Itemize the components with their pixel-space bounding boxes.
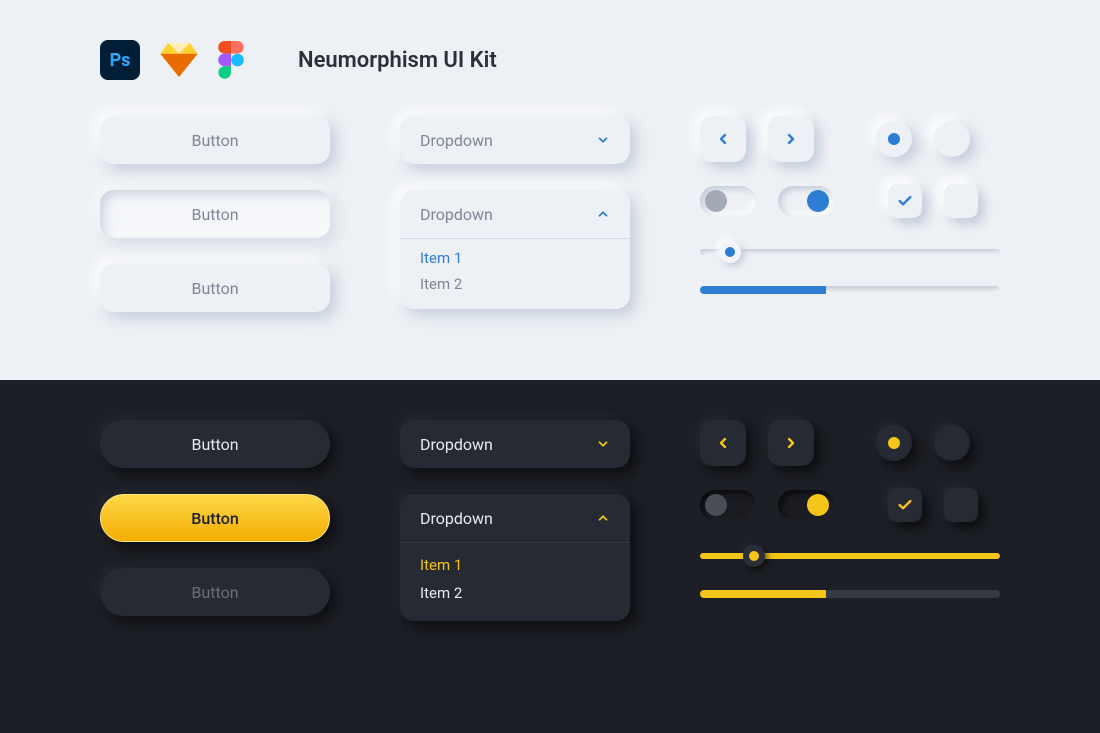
checkbox-checked[interactable] <box>888 184 922 218</box>
checkbox-unchecked[interactable] <box>944 488 978 522</box>
dark-dropdowns-column: Dropdown Dropdown Item 1 Item 2 <box>400 420 630 621</box>
dropdown-item-1[interactable]: Item 1 <box>420 551 610 579</box>
chevron-right-icon <box>783 435 799 451</box>
photoshop-icon: Ps <box>100 40 140 80</box>
next-button[interactable] <box>768 420 814 466</box>
toggle-knob-icon <box>807 494 829 516</box>
dark-buttons-column: Button Button Button <box>100 420 330 621</box>
dropdown-label: Dropdown <box>420 131 493 150</box>
light-buttons-column: Button Button Button <box>100 116 330 312</box>
radio-unselected[interactable] <box>934 425 970 461</box>
dropdown-open[interactable]: Dropdown Item 1 Item 2 <box>400 190 630 309</box>
radio-dot-icon <box>888 437 900 449</box>
chevron-left-icon <box>715 131 731 147</box>
radio-dot-icon <box>888 133 900 145</box>
button-disabled[interactable]: Button <box>100 568 330 616</box>
dropdown-label: Dropdown <box>420 205 493 224</box>
slider[interactable] <box>700 240 1000 264</box>
dropdown-item-1[interactable]: Item 1 <box>420 245 610 271</box>
button-default-2[interactable]: Button <box>100 264 330 312</box>
toggle-off[interactable] <box>700 186 756 216</box>
kit-title: Neumorphism UI Kit <box>298 48 497 73</box>
light-dropdowns-column: Dropdown Dropdown Item 1 Item 2 <box>400 116 630 312</box>
sketch-icon <box>160 43 198 77</box>
button-pressed[interactable]: Button <box>100 190 330 238</box>
button-default[interactable]: Button <box>100 116 330 164</box>
dropdown-label: Dropdown <box>420 435 493 454</box>
chevron-up-icon <box>596 207 610 221</box>
progress-bar <box>700 590 1000 598</box>
next-button[interactable] <box>768 116 814 162</box>
figma-icon <box>218 41 244 79</box>
chevron-left-icon <box>715 435 731 451</box>
dropdown-open[interactable]: Dropdown Item 1 Item 2 <box>400 494 630 621</box>
button-active[interactable]: Button <box>100 494 330 542</box>
dropdown-label: Dropdown <box>420 509 493 528</box>
toggle-knob-icon <box>705 190 727 212</box>
dropdown-item-2[interactable]: Item 2 <box>420 271 610 297</box>
chevron-right-icon <box>783 131 799 147</box>
check-icon <box>897 497 913 513</box>
progress-bar <box>700 286 1000 294</box>
light-controls-column <box>700 116 1000 312</box>
chevron-down-icon <box>596 133 610 147</box>
dropdown-closed[interactable]: Dropdown <box>400 116 630 164</box>
toggle-off[interactable] <box>700 490 756 520</box>
radio-selected[interactable] <box>876 121 912 157</box>
dropdown-item-2[interactable]: Item 2 <box>420 579 610 607</box>
toggle-knob-icon <box>705 494 727 516</box>
button-default[interactable]: Button <box>100 420 330 468</box>
checkbox-checked[interactable] <box>888 488 922 522</box>
light-theme-panel: Ps Neumorphism UI Kit Button Button Butt… <box>0 0 1100 380</box>
toggle-on[interactable] <box>778 490 834 520</box>
dropdown-closed[interactable]: Dropdown <box>400 420 630 468</box>
dark-theme-panel: Button Button Button Dropdown Dropdown I… <box>0 380 1100 733</box>
prev-button[interactable] <box>700 116 746 162</box>
chevron-down-icon <box>596 437 610 451</box>
toggle-on[interactable] <box>778 186 834 216</box>
toggle-knob-icon <box>807 190 829 212</box>
check-icon <box>897 193 913 209</box>
slider[interactable] <box>700 544 1000 568</box>
radio-selected[interactable] <box>876 425 912 461</box>
radio-unselected[interactable] <box>934 121 970 157</box>
prev-button[interactable] <box>700 420 746 466</box>
slider-thumb-icon <box>725 247 735 257</box>
slider-thumb-icon <box>749 551 759 561</box>
dark-controls-column <box>700 420 1000 621</box>
chevron-up-icon <box>596 511 610 525</box>
header: Ps Neumorphism UI Kit <box>100 40 1000 80</box>
app-icons: Ps <box>100 40 244 80</box>
checkbox-unchecked[interactable] <box>944 184 978 218</box>
